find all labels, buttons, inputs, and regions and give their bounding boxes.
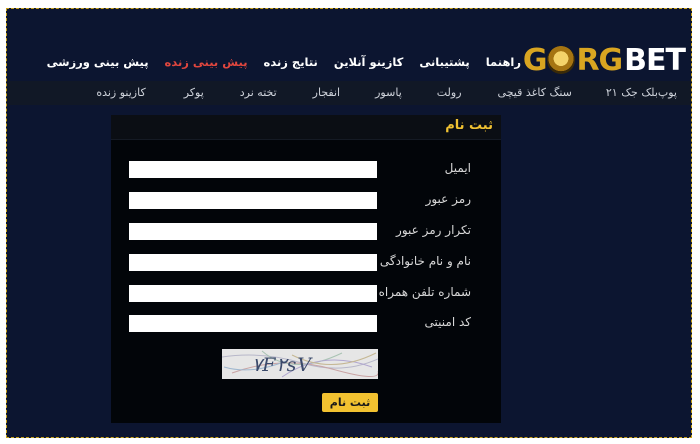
subnav-pop[interactable]: پوپ xyxy=(658,86,677,99)
fullname-input[interactable] xyxy=(129,254,377,271)
confirm-password-input[interactable] xyxy=(129,223,377,240)
security-code-label: کد امنیتی xyxy=(424,315,471,329)
nav-sports-betting[interactable]: پیش بینی ورزشی xyxy=(47,55,149,69)
register-submit-button[interactable]: ثبت نام xyxy=(322,393,378,412)
nav-online-casino[interactable]: کازینو آنلاین xyxy=(334,55,404,69)
logo-text-g: G xyxy=(522,42,548,78)
subnav-poker[interactable]: پوکر xyxy=(184,86,204,99)
subnav-blackjack[interactable]: بلک جک ۲۱ xyxy=(606,86,658,99)
captcha-code-text: ۷F۲sV xyxy=(252,354,313,376)
subnav-roulette[interactable]: رولت xyxy=(437,86,462,99)
email-label: ایمیل xyxy=(444,161,471,175)
logo-text-bet: BET xyxy=(624,42,686,78)
page-frame: G RG BET پیش بینی ورزشی پیش بینی زنده نت… xyxy=(6,8,692,438)
wolf-logo-icon xyxy=(547,46,576,74)
confirm-password-label: تکرار رمز عبور xyxy=(396,223,471,237)
email-row: ایمیل xyxy=(111,159,501,181)
registration-header: ثبت نام xyxy=(111,115,501,140)
fullname-row: نام و نام خانوادگی xyxy=(111,252,501,274)
nav-live-results[interactable]: نتایج زنده xyxy=(264,55,318,69)
brand-logo[interactable]: G RG BET xyxy=(522,42,686,78)
nav-guide[interactable]: راهنما xyxy=(486,55,521,69)
password-label: رمز عبور xyxy=(425,192,471,206)
subnav-live-casino[interactable]: کازینو زنده xyxy=(96,86,145,99)
games-navigation-items: کازینو زنده پوکر تخته نرد انفجار پاسور ر… xyxy=(60,86,677,99)
subnav-rock-paper-scissors[interactable]: سنگ کاغذ قیچی xyxy=(498,86,572,99)
nav-live-betting[interactable]: پیش بینی زنده xyxy=(165,55,248,69)
fullname-label: نام و نام خانوادگی xyxy=(379,254,471,268)
subnav-pasur[interactable]: پاسور xyxy=(375,86,402,99)
phone-label: شماره تلفن همراه xyxy=(378,285,471,299)
registration-title: ثبت نام xyxy=(445,118,493,133)
registration-panel: ثبت نام ایمیل رمز عبور تکرار رمز عبور نا… xyxy=(111,115,501,423)
password-row: رمز عبور xyxy=(111,190,501,212)
captcha-image: ۷F۲sV xyxy=(222,349,378,379)
main-navigation: پیش بینی ورزشی پیش بینی زنده نتایج زنده … xyxy=(47,55,521,69)
phone-input[interactable] xyxy=(129,285,377,302)
logo-text-rg: RG xyxy=(576,42,623,78)
phone-row: شماره تلفن همراه xyxy=(111,283,501,305)
subnav-crash[interactable]: انفجار xyxy=(313,86,340,99)
security-code-row: کد امنیتی xyxy=(111,313,501,335)
games-navigation-bar: کازینو زنده پوکر تخته نرد انفجار پاسور ر… xyxy=(7,81,691,105)
email-input[interactable] xyxy=(129,161,377,178)
subnav-backgammon[interactable]: تخته نرد xyxy=(240,86,277,99)
confirm-password-row: تکرار رمز عبور xyxy=(111,221,501,243)
password-input[interactable] xyxy=(129,192,377,209)
nav-support[interactable]: پشتیبانی xyxy=(419,55,469,69)
security-code-input[interactable] xyxy=(129,315,377,332)
